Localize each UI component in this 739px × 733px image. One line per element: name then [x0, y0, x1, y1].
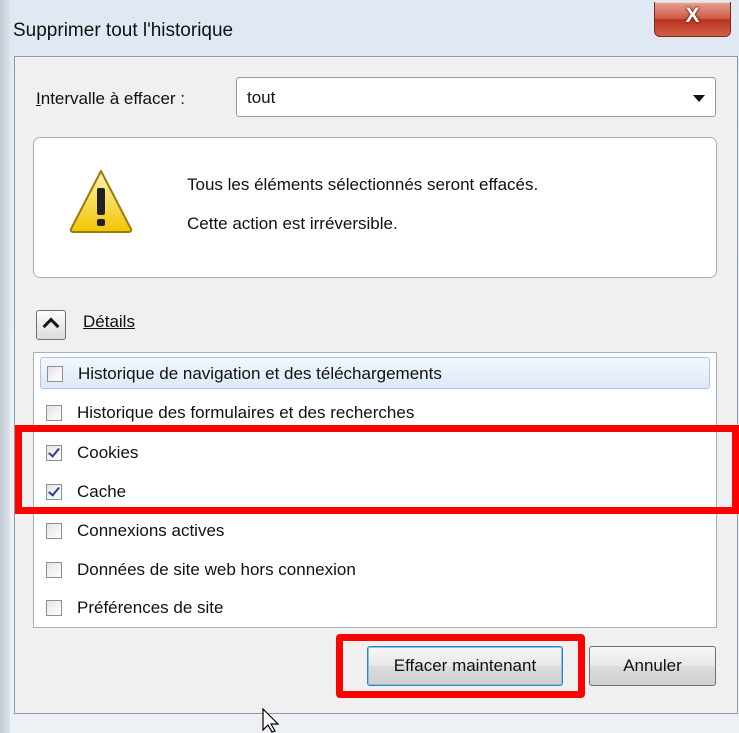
checkbox[interactable] — [46, 562, 62, 578]
warning-panel — [33, 137, 717, 278]
warning-irreversible-text: Cette action est irréversible. — [187, 214, 398, 233]
item-label: Historique des formulaires et des recher… — [77, 403, 415, 422]
time-range-select[interactable]: tout — [236, 77, 716, 117]
time-range-value: tout — [247, 88, 276, 107]
window-title: Supprimer tout l'historique — [13, 20, 234, 41]
highlight-annotation-cookies-cache — [15, 425, 739, 514]
item-label: Préférences de site — [77, 598, 224, 617]
window-frame — [0, 0, 10, 733]
checkbox[interactable] — [46, 405, 62, 421]
mouse-cursor-icon — [262, 708, 280, 733]
list-item[interactable]: Données de site web hors connexion — [40, 554, 710, 586]
checkbox[interactable] — [46, 600, 62, 616]
cancel-button[interactable]: Annuler — [589, 646, 716, 686]
item-label: Connexions actives — [77, 521, 225, 540]
list-item[interactable]: Préférences de site — [40, 592, 710, 624]
checkbox[interactable] — [47, 366, 63, 382]
details-label[interactable]: Détails — [83, 312, 135, 332]
item-label: Données de site web hors connexion — [77, 560, 356, 579]
highlight-annotation-clear-button — [336, 634, 585, 698]
dropdown-arrow-icon — [693, 95, 705, 102]
checkbox[interactable] — [46, 523, 62, 539]
time-range-label: Intervalle à effacer : — [36, 89, 186, 108]
warning-message: Tous les éléments sélectionnés seront ef… — [187, 175, 539, 194]
close-button[interactable]: X — [654, 2, 731, 37]
warning-triangle-icon — [69, 170, 133, 233]
list-item[interactable]: Historique de navigation et des téléchar… — [40, 357, 710, 389]
item-label: Historique de navigation et des téléchar… — [78, 364, 442, 383]
close-icon: X — [685, 4, 700, 27]
list-item[interactable]: Connexions actives — [40, 515, 710, 547]
details-collapse-button[interactable] — [36, 310, 66, 340]
clear-history-dialog: Supprimer tout l'historique X Intervalle… — [0, 0, 739, 733]
